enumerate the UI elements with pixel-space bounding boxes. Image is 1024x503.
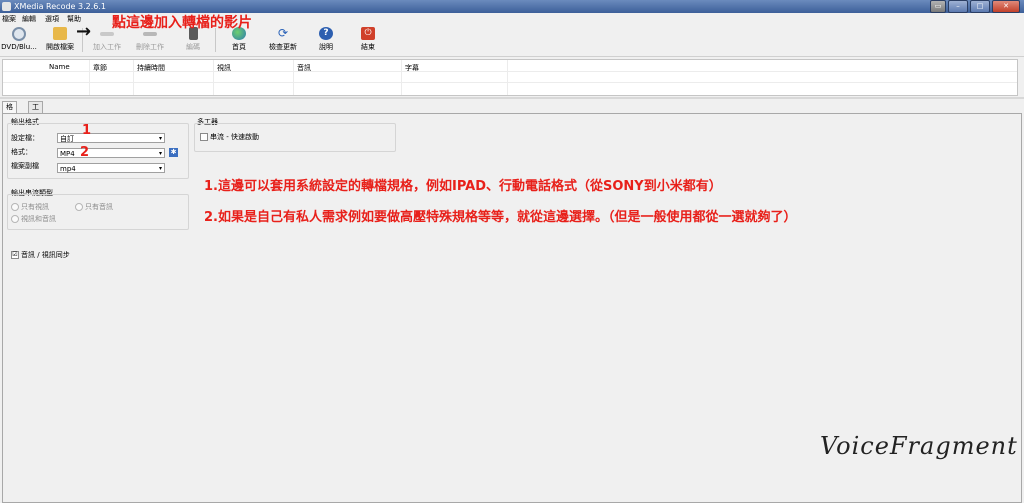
disc-icon <box>12 27 26 41</box>
annotation-line-2: 2.如果是自己有私人需求例如要做高壓特殊規格等等，就從這邊選擇。（但是一般使用都… <box>204 210 797 225</box>
profile-label: 設定檔： <box>11 134 39 142</box>
splitter[interactable] <box>0 97 1024 99</box>
extension-label: 檔案副檔 <box>11 162 39 170</box>
profile-select[interactable]: 自訂 ▾ <box>57 133 165 143</box>
stream-type-group <box>7 194 189 230</box>
remove-job-icon <box>143 32 157 36</box>
column-divider <box>89 60 90 95</box>
close-button[interactable]: ✕ <box>992 0 1020 13</box>
annotation-add-video: 點這邊加入轉檔的影片 <box>112 15 252 31</box>
exit-button[interactable]: ⏻ 結束 <box>356 27 380 52</box>
video-audio-radio[interactable] <box>11 215 19 223</box>
column-divider <box>293 60 294 95</box>
video-audio-label: 視訊和音訊 <box>21 215 56 223</box>
column-divider <box>213 60 214 95</box>
annotation-number-1: 1 <box>82 123 92 138</box>
watermark-signature: VoiceFragment <box>820 432 1018 460</box>
window-controls: ▭ – □ ✕ <box>930 0 1020 13</box>
format-select[interactable]: MP4 ▾ <box>57 148 165 158</box>
add-job-icon <box>100 32 114 36</box>
open-file-button[interactable]: 開啟檔案 <box>42 27 78 52</box>
maximize-button[interactable]: □ <box>970 0 990 13</box>
folder-open-icon <box>53 27 67 40</box>
job-table[interactable]: Name 章節 持續時間 視訊 音訊 字幕 <box>2 59 1018 96</box>
video-only-radio[interactable] <box>11 203 19 211</box>
audio-only-radio[interactable] <box>75 203 83 211</box>
format-value: MP4 <box>60 150 75 158</box>
check-update-button[interactable]: ⟳ 檢查更新 <box>264 27 302 52</box>
tab-job[interactable]: 工作 <box>28 101 43 122</box>
row-divider <box>3 71 1017 72</box>
row-divider <box>3 82 1017 83</box>
profile-value: 自訂 <box>60 135 74 143</box>
video-only-label: 只有視訊 <box>21 203 49 211</box>
help-icon: ? <box>319 27 333 40</box>
encode-label: 編碼 <box>186 43 200 51</box>
exit-label: 結束 <box>361 43 375 51</box>
chevron-down-icon: ▾ <box>158 135 162 142</box>
app-icon <box>2 2 11 11</box>
window-title: XMedia Recode 3.2.6.1 <box>14 2 106 11</box>
help-button[interactable]: ? 說明 <box>314 27 338 52</box>
menu-edit[interactable]: 編輯 <box>22 14 36 24</box>
av-sync-label: 音訊 / 視訊同步 <box>21 251 70 259</box>
extension-select[interactable]: mp4 ▾ <box>57 163 165 173</box>
menu-options[interactable]: 選項 <box>45 14 59 24</box>
check-update-label: 檢查更新 <box>269 43 297 51</box>
format-label: 格式： <box>11 148 32 156</box>
chevron-down-icon: ▾ <box>158 165 162 172</box>
open-file-label: 開啟檔案 <box>46 43 74 51</box>
power-icon: ⏻ <box>361 27 375 40</box>
column-divider <box>133 60 134 95</box>
annotation-arrow: → <box>76 21 92 42</box>
annotation-line-1: 1.這邊可以套用系統設定的轉檔規格，例如IPAD、行動電話格式（從SONY到小米… <box>204 179 722 194</box>
fast-start-checkbox[interactable] <box>200 133 208 141</box>
dvd-bluray-button[interactable]: DVD/Blu... <box>0 27 38 51</box>
column-divider <box>507 60 508 95</box>
column-header-name[interactable]: Name <box>49 63 70 71</box>
dvd-bluray-label: DVD/Blu... <box>1 43 37 51</box>
help-label: 說明 <box>319 43 333 51</box>
refresh-icon: ⟳ <box>277 26 289 40</box>
audio-only-label: 只有音訊 <box>85 203 113 211</box>
chevron-down-icon: ▾ <box>158 150 162 157</box>
extra-caption-button[interactable]: ▭ <box>930 0 946 13</box>
menu-file[interactable]: 檔案 <box>2 14 16 24</box>
annotation-number-2: 2 <box>80 145 90 160</box>
column-divider <box>401 60 402 95</box>
av-sync-checkbox[interactable]: ☑ <box>11 251 19 259</box>
extension-value: mp4 <box>60 165 76 173</box>
add-job-label: 加入工作 <box>93 43 121 51</box>
minimize-button[interactable]: – <box>948 0 968 13</box>
homepage-label: 首頁 <box>232 43 246 51</box>
format-settings-icon[interactable]: ✱ <box>169 148 178 157</box>
remove-job-label: 刪除工作 <box>136 43 164 51</box>
fast-start-label: 串流 - 快速啟動 <box>210 133 259 141</box>
